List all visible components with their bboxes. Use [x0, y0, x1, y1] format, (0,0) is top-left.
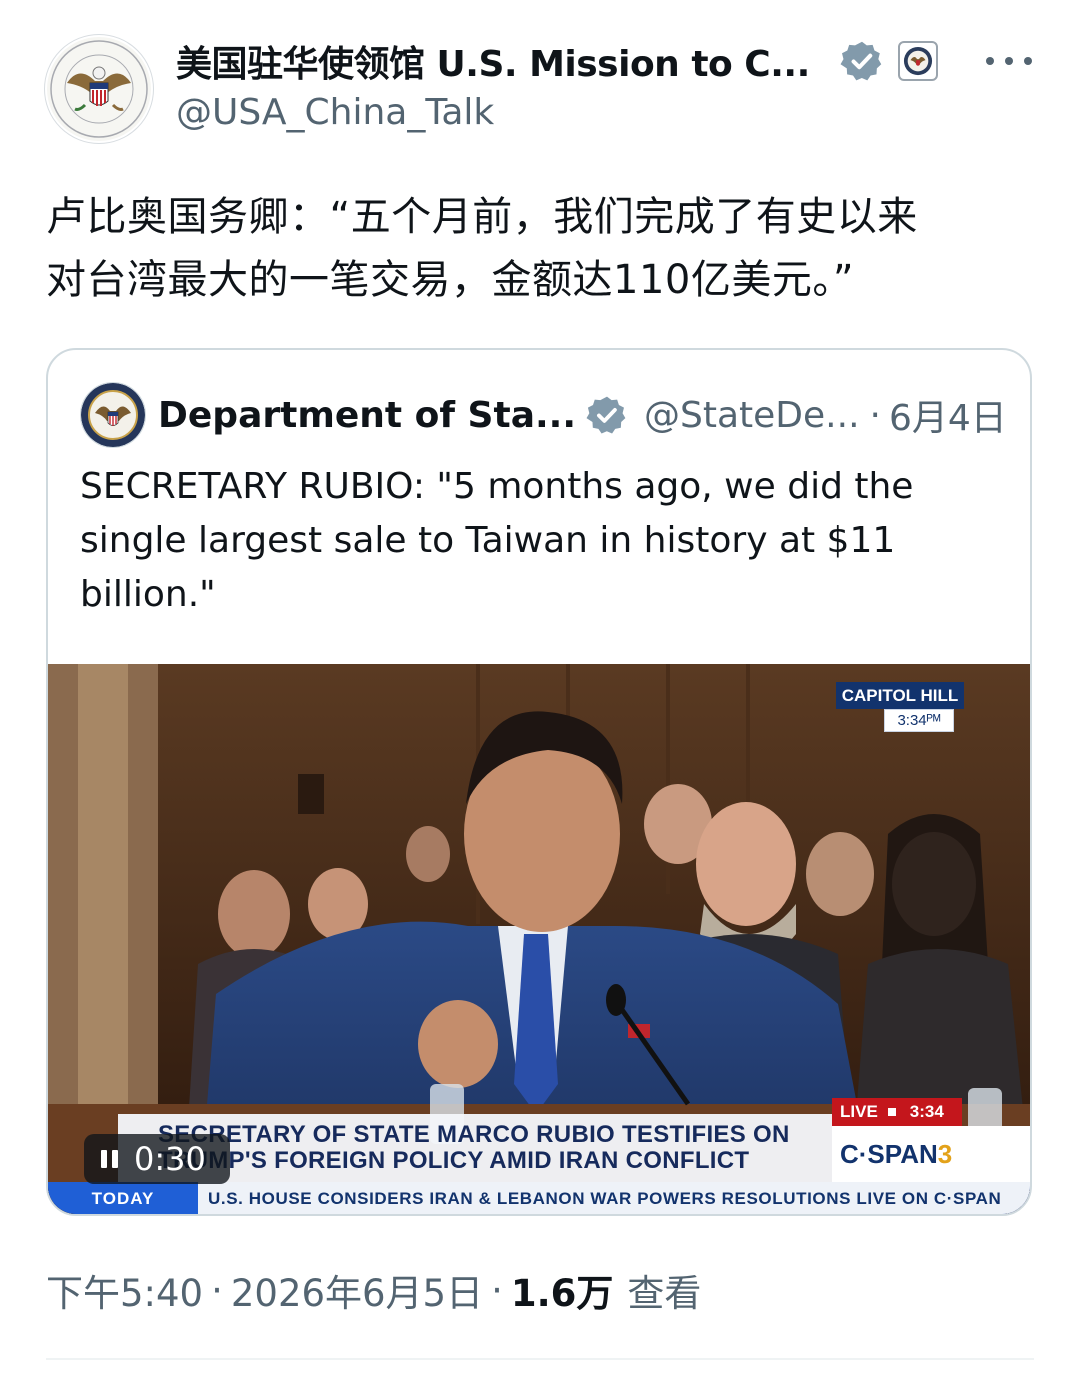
post-time[interactable]: 下午5:40 — [46, 1263, 203, 1317]
network-logo: C·SPAN 3 — [832, 1126, 1030, 1182]
views-label[interactable]: 查看 — [627, 1263, 701, 1317]
video-duration: 0:30 — [134, 1140, 206, 1178]
state-department-seal-icon[interactable] — [897, 41, 938, 81]
quoted-text-line: billion." — [80, 574, 216, 615]
author-avatar[interactable] — [44, 34, 154, 144]
live-badge: LIVE 3:34 — [832, 1098, 962, 1126]
quoted-tweet-card[interactable]: Department of Sta... @StateDe... · 6月4日 … — [46, 348, 1032, 1216]
quoted-tweet-text: SECRETARY RUBIO: "5 months ago, we did t… — [80, 460, 980, 622]
more-options-icon[interactable] — [986, 46, 1032, 76]
ticker-text: U.S. HOUSE CONSIDERS IRAN & LEBANON WAR … — [198, 1182, 1030, 1214]
author-handle[interactable]: @USA_China_Talk — [176, 92, 494, 133]
network-number: 3 — [937, 1138, 953, 1169]
us-eagle-seal-icon — [47, 37, 151, 141]
author-display-name[interactable]: 美国驻华使领馆 U.S. Mission to C... — [176, 35, 810, 87]
overlay-location: CAPITOL HILL — [836, 682, 964, 709]
quoted-display-name[interactable]: Department of Sta... — [158, 395, 576, 436]
quoted-date[interactable]: 6月4日 — [889, 389, 1007, 441]
network-name: C·SPAN — [840, 1138, 938, 1169]
verified-badge-icon[interactable] — [840, 39, 884, 83]
video-player[interactable]: CAPITOL HILL 3:34ᴾᴹ SECRETARY OF STATE M… — [48, 664, 1030, 1214]
capitol-hill-bug: CAPITOL HILL 3:34ᴾᴹ — [836, 682, 964, 732]
caption-line: TRUMP'S FOREIGN POLICY AMID IRAN CONFLIC… — [158, 1147, 750, 1174]
overlay-time: 3:34ᴾᴹ — [884, 709, 954, 732]
quoted-tweet-header: Department of Sta... @StateDe... · 6月4日 — [80, 382, 1007, 448]
quoted-text-line: SECRETARY RUBIO: "5 months ago, we did t… — [80, 466, 914, 507]
author-name-row: 美国驻华使领馆 U.S. Mission to C... — [176, 36, 938, 86]
post-date[interactable]: 2026年6月5日 — [231, 1263, 483, 1317]
quoted-text-line: single largest sale to Taiwan in history… — [80, 520, 896, 561]
live-label: LIVE — [840, 1102, 878, 1121]
news-ticker: TODAY U.S. HOUSE CONSIDERS IRAN & LEBANO… — [48, 1182, 1030, 1214]
quoted-author-avatar[interactable] — [80, 382, 146, 448]
separator-dot: · — [869, 394, 881, 436]
video-control[interactable]: 0:30 — [84, 1134, 230, 1184]
ticker-label: TODAY — [91, 1189, 155, 1208]
quoted-handle[interactable]: @StateDe... — [644, 395, 860, 436]
tweet-meta: 下午5:40 · 2026年6月5日 · 1.6万 查看 — [46, 1262, 701, 1318]
tweet-text-line: 卢比奥国务卿：“五个月前，我们完成了有史以来 — [46, 194, 918, 240]
tweet-text-line: 对台湾最大的一笔交易，金额达110亿美元。” — [46, 257, 855, 303]
verified-badge-icon[interactable] — [586, 394, 628, 436]
pause-icon[interactable] — [98, 1147, 122, 1171]
separator-dot: · — [491, 1268, 503, 1312]
separator-dot: · — [211, 1268, 223, 1312]
caption-line: SECRETARY OF STATE MARCO RUBIO TESTIFIES… — [158, 1121, 790, 1148]
live-time: 3:34 — [909, 1102, 944, 1121]
views-count[interactable]: 1.6万 — [511, 1263, 614, 1317]
state-department-seal-icon — [81, 383, 145, 447]
divider — [46, 1358, 1034, 1360]
tweet-text: 卢比奥国务卿：“五个月前，我们完成了有史以来 对台湾最大的一笔交易，金额达110… — [46, 186, 1046, 312]
